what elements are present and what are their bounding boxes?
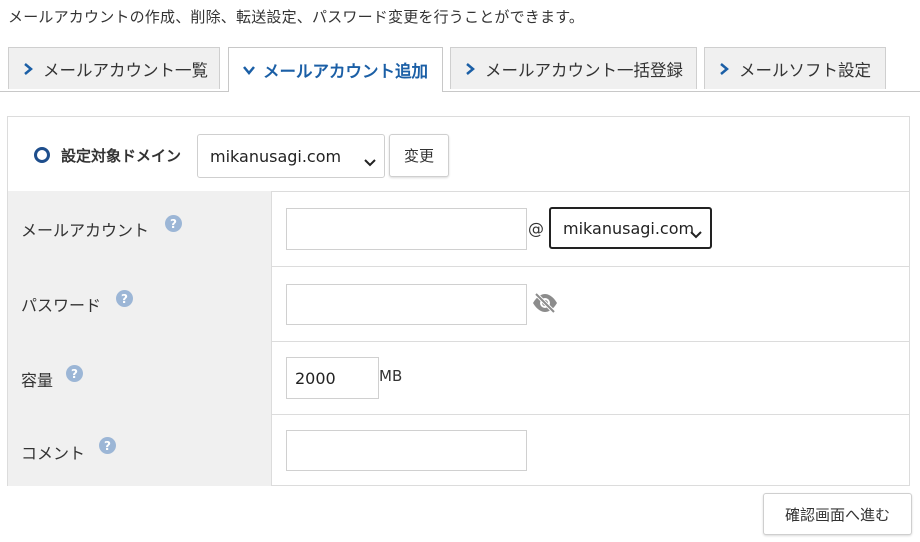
comment-label: コメント xyxy=(21,444,86,463)
help-icon[interactable]: ? xyxy=(66,365,83,382)
chevron-right-icon xyxy=(719,62,733,75)
chevron-down-icon xyxy=(243,65,257,75)
form-label-cell: パスワード ? xyxy=(8,266,272,341)
domain-target-label: 設定対象ドメイン xyxy=(61,147,182,165)
domain-target-select[interactable]: mikanusagi.com xyxy=(197,134,385,178)
form-row-capacity: 容量 ? 2000 MB xyxy=(8,341,909,415)
chevron-right-icon xyxy=(465,62,479,75)
form-label-cell: メールアカウント ? xyxy=(8,191,272,266)
capacity-label: 容量 xyxy=(21,371,54,390)
chevron-right-icon xyxy=(23,62,37,75)
capacity-unit: MB xyxy=(379,367,403,385)
mail-domain-value: mikanusagi.com xyxy=(563,218,695,238)
tab-label: メールソフト設定 xyxy=(739,60,871,80)
tab-mail-account-bulk[interactable]: メールアカウント一括登録 xyxy=(450,47,697,89)
eye-slash-icon[interactable] xyxy=(531,292,559,318)
password-label: パスワード xyxy=(21,296,102,315)
tab-label: メールアカウント一覧 xyxy=(43,60,208,80)
form-row-comment: コメント ? xyxy=(8,414,909,486)
help-icon[interactable]: ? xyxy=(165,215,182,232)
tab-label: メールアカウント追加 xyxy=(263,62,428,81)
confirm-button[interactable]: 確認画面へ進む xyxy=(763,493,912,535)
form-label-cell: コメント ? xyxy=(8,414,272,486)
at-sign: @ xyxy=(528,219,544,238)
form-row-mail-account: メールアカウント ? @ mikanusagi.com xyxy=(8,191,909,267)
form-label-cell: 容量 ? xyxy=(8,341,272,414)
tab-mail-account-list[interactable]: メールアカウント一覧 xyxy=(8,47,220,89)
chevron-down-icon xyxy=(690,224,702,243)
chevron-down-icon xyxy=(364,152,376,171)
help-icon[interactable]: ? xyxy=(99,437,116,454)
password-input[interactable] xyxy=(286,284,527,325)
mail-domain-select[interactable]: mikanusagi.com xyxy=(549,207,712,249)
mail-account-input[interactable] xyxy=(286,208,527,250)
form-row-password: パスワード ? xyxy=(8,266,909,342)
change-domain-button[interactable]: 変更 xyxy=(389,134,449,177)
mail-account-label: メールアカウント xyxy=(21,221,150,240)
tab-label: メールアカウント一括登録 xyxy=(485,60,683,80)
radio-icon xyxy=(34,147,50,163)
mail-account-form-panel: 設定対象ドメイン mikanusagi.com 変更 メールアカウント ? @ … xyxy=(7,116,910,486)
domain-target-row: 設定対象ドメイン mikanusagi.com 変更 xyxy=(8,117,909,192)
tab-mail-software-settings[interactable]: メールソフト設定 xyxy=(704,47,886,89)
capacity-input[interactable]: 2000 xyxy=(286,357,379,399)
tab-bar: メールアカウント一覧 メールアカウント追加 メールアカウント一括登録 メールソフ… xyxy=(0,47,920,92)
tab-mail-account-add[interactable]: メールアカウント追加 xyxy=(228,47,443,92)
domain-target-value: mikanusagi.com xyxy=(210,146,342,166)
comment-input[interactable] xyxy=(286,430,527,471)
page-description: メールアカウントの作成、削除、転送設定、パスワード変更を行うことができます。 xyxy=(8,8,585,26)
help-icon[interactable]: ? xyxy=(116,290,133,307)
